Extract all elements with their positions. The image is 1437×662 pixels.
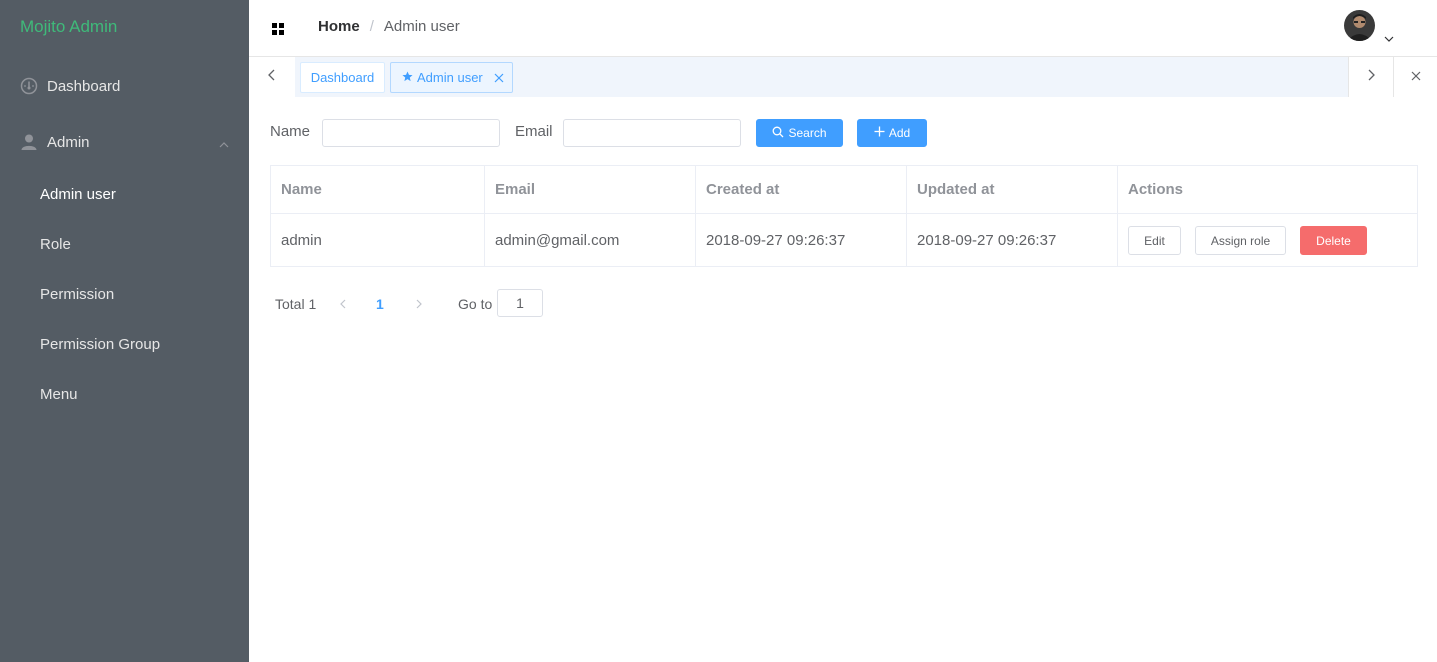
top-header: Home / Admin user: [249, 0, 1437, 57]
edit-button[interactable]: Edit: [1128, 226, 1181, 255]
pagination-goto-label: Go to: [458, 296, 493, 312]
assign-role-button[interactable]: Assign role: [1195, 226, 1286, 255]
delete-button[interactable]: Delete: [1300, 226, 1367, 255]
breadcrumb-home[interactable]: Home: [318, 18, 360, 35]
chevron-right-icon[interactable]: [413, 297, 425, 309]
close-icon[interactable]: [494, 71, 504, 86]
user-icon: [20, 133, 38, 151]
sidebar: Mojito Admin Dashboard Admin Admin user …: [0, 0, 249, 662]
brand-logo[interactable]: Mojito Admin: [20, 17, 117, 37]
plus-icon: [874, 126, 885, 140]
pagination-goto-input[interactable]: [497, 289, 543, 317]
cell-name: admin: [281, 232, 322, 249]
sidebar-item-label: Admin: [47, 133, 90, 151]
sidebar-item-admin[interactable]: Admin: [0, 122, 249, 162]
tags-scroll-right-button[interactable]: [1348, 57, 1393, 97]
add-button-label: Add: [888, 126, 911, 140]
cell-created-at: 2018-09-27 09:26:37: [706, 232, 846, 249]
chevron-left-icon[interactable]: [337, 297, 349, 309]
close-icon: [1411, 68, 1421, 86]
add-button[interactable]: Add: [857, 119, 927, 147]
name-filter-label: Name: [270, 123, 311, 140]
tag-label: Admin user: [417, 70, 483, 85]
sidebar-subitem-menu[interactable]: Menu: [40, 386, 78, 403]
email-filter-input[interactable]: [563, 119, 741, 147]
tag-admin-user[interactable]: Admin user: [390, 62, 513, 93]
pagination-page-current[interactable]: 1: [376, 296, 384, 312]
app-root: Mojito Admin Dashboard Admin Admin user …: [0, 0, 1437, 662]
email-filter-label: Email: [515, 123, 553, 140]
sidebar-subitem-admin-user[interactable]: Admin user: [40, 186, 116, 203]
breadcrumb-separator: /: [369, 18, 374, 35]
tag-dashboard[interactable]: Dashboard: [300, 62, 385, 93]
chevron-right-icon: [1367, 68, 1375, 86]
avatar[interactable]: [1344, 10, 1375, 41]
chevron-left-icon: [268, 68, 276, 86]
column-header-email: Email: [495, 181, 536, 198]
chevron-up-icon: [219, 136, 229, 153]
cell-updated-at: 2018-09-27 09:26:37: [917, 232, 1057, 249]
column-header-actions: Actions: [1128, 181, 1184, 198]
dashboard-icon: [20, 77, 38, 95]
sidebar-item-dashboard[interactable]: Dashboard: [0, 66, 249, 106]
menu-toggle-grid-icon[interactable]: [272, 22, 284, 35]
tags-scroll-left-button[interactable]: [249, 57, 295, 97]
tags-view-bar: Dashboard Admin user: [249, 57, 1437, 97]
column-header-name: Name: [281, 181, 322, 198]
admin-users-table: Name Email Created at Updated at Actions…: [270, 165, 1418, 267]
star-icon: [402, 70, 413, 85]
tags-close-all-button[interactable]: [1393, 57, 1437, 97]
search-button[interactable]: Search: [756, 119, 843, 147]
column-header-created-at: Created at: [706, 181, 780, 198]
pagination-total: Total 1: [275, 296, 317, 312]
column-header-updated-at: Updated at: [917, 181, 995, 198]
search-button-label: Search: [788, 126, 827, 140]
sidebar-subitem-role[interactable]: Role: [40, 236, 71, 253]
breadcrumb: Home / Admin user: [318, 18, 460, 35]
breadcrumb-current: Admin user: [383, 18, 460, 35]
sidebar-subitem-permission[interactable]: Permission: [40, 286, 114, 303]
chevron-down-icon[interactable]: [1384, 30, 1394, 48]
search-icon: [772, 126, 784, 141]
sidebar-item-label: Dashboard: [47, 77, 121, 95]
cell-email: admin@gmail.com: [495, 232, 620, 249]
tag-label: Dashboard: [310, 70, 375, 85]
name-filter-input[interactable]: [322, 119, 500, 147]
sidebar-subitem-permission-group[interactable]: Permission Group: [40, 336, 160, 353]
